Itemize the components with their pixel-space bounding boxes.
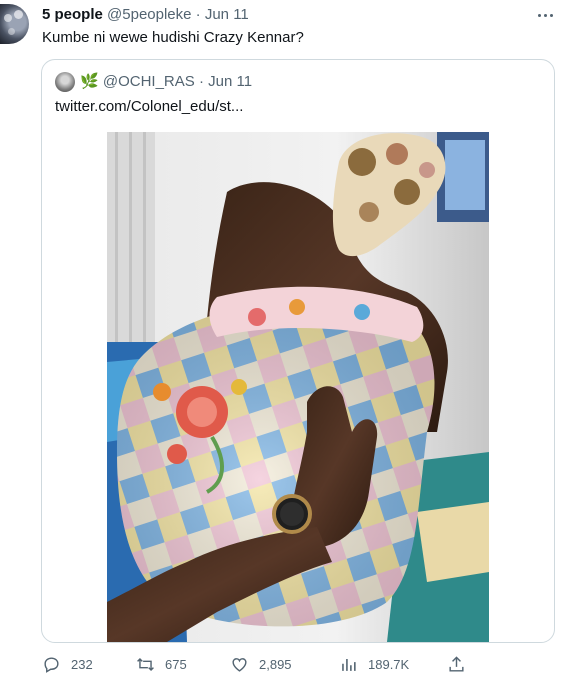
like-button[interactable]: 2,895	[230, 652, 292, 676]
more-horizontal-icon[interactable]	[536, 6, 556, 24]
share-icon	[449, 655, 464, 672]
quoted-tweet-photo[interactable]	[107, 132, 489, 642]
retweet-button[interactable]: 675	[136, 652, 187, 676]
share-button[interactable]	[447, 652, 476, 676]
tweet-date[interactable]: Jun 11	[205, 6, 249, 23]
like-icon	[232, 657, 247, 672]
retweet-count: 675	[165, 656, 187, 672]
quoted-tweet-date[interactable]: Jun 11	[208, 73, 252, 90]
quoted-tweet-header: 🌿 @OCHI_RAS · Jun 11	[80, 73, 252, 91]
header-separator: ·	[195, 6, 201, 23]
views-icon	[342, 658, 356, 671]
reply-button[interactable]: 232	[42, 652, 93, 676]
leaf-icon: 🌿	[80, 73, 99, 90]
tweet-text: Kumbe ni wewe hudishi Crazy Kennar?	[42, 29, 304, 46]
retweet-icon	[137, 657, 154, 671]
quoted-tweet-link[interactable]: twitter.com/Colonel_edu/st...	[55, 98, 243, 116]
quoted-tweet[interactable]: 🌿 @OCHI_RAS · Jun 11 twitter.com/Colonel…	[41, 59, 555, 643]
quoted-author-handle[interactable]: @OCHI_RAS	[103, 73, 195, 90]
views-count: 189.7K	[368, 656, 410, 672]
author-avatar[interactable]	[0, 4, 29, 44]
views-button[interactable]: 189.7K	[339, 652, 409, 676]
author-name[interactable]: 5 people	[42, 6, 103, 23]
tweet-header: 5 people @5peopleke · Jun 11	[42, 6, 249, 24]
quoted-author-avatar[interactable]	[55, 72, 75, 92]
like-count: 2,895	[259, 656, 292, 672]
reply-count: 232	[71, 656, 93, 672]
reply-icon	[44, 656, 59, 673]
quoted-header-separator: ·	[198, 73, 204, 90]
author-handle[interactable]: @5peopleke	[107, 6, 191, 23]
tweet[interactable]: 5 people @5peopleke · Jun 11 Kumbe ni we…	[0, 0, 577, 692]
tweet-actions: 232 675 2,895 189.7K	[0, 652, 577, 676]
